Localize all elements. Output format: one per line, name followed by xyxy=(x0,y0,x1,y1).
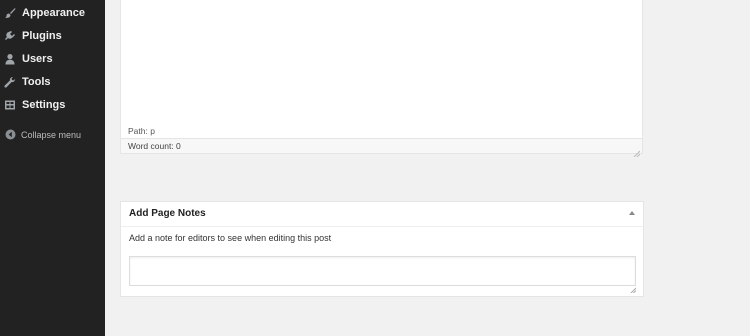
editor-status-bar: Word count: 0 xyxy=(121,139,642,158)
sidebar-item-label: Plugins xyxy=(22,29,62,42)
notes-description: Add a note for editors to see when editi… xyxy=(129,233,332,243)
sidebar-item-tools[interactable]: Tools xyxy=(0,70,105,93)
collapse-arrow-icon xyxy=(4,129,16,141)
plug-icon xyxy=(4,30,16,42)
sidebar-item-plugins[interactable]: Plugins xyxy=(0,24,105,47)
sidebar-item-label: Tools xyxy=(22,75,51,88)
user-icon xyxy=(4,53,16,65)
metabox-header[interactable]: Add Page Notes xyxy=(121,202,643,227)
sidebar-item-label: Settings xyxy=(22,98,66,111)
sidebar-item-label: Users xyxy=(22,52,53,65)
collapse-toggle-icon[interactable] xyxy=(629,211,635,215)
content-editor[interactable]: Path: p Word count: 0 xyxy=(120,0,643,158)
sidebar-item-settings[interactable]: Settings xyxy=(0,93,105,116)
collapse-menu-label: Collapse menu xyxy=(21,129,82,140)
sidebar-item-label: Appearance xyxy=(22,6,85,19)
resize-handle-icon[interactable] xyxy=(633,144,641,158)
admin-sidebar: Appearance Plugins Users Tools Settings … xyxy=(0,0,105,336)
collapse-menu-button[interactable]: Collapse menu xyxy=(0,123,105,146)
paintbrush-icon xyxy=(4,7,16,19)
metabox-title: Add Page Notes xyxy=(129,208,206,219)
page-notes-textarea[interactable] xyxy=(129,256,636,286)
sidebar-item-appearance[interactable]: Appearance xyxy=(0,1,105,24)
page-notes-metabox: Add Page Notes Add a note for editors to… xyxy=(120,201,644,297)
editor-path: Path: p xyxy=(128,126,155,136)
word-count: Word count: 0 xyxy=(128,141,181,151)
sidebar-item-users[interactable]: Users xyxy=(0,47,105,70)
wrench-icon xyxy=(4,76,16,88)
settings-icon xyxy=(4,99,16,111)
